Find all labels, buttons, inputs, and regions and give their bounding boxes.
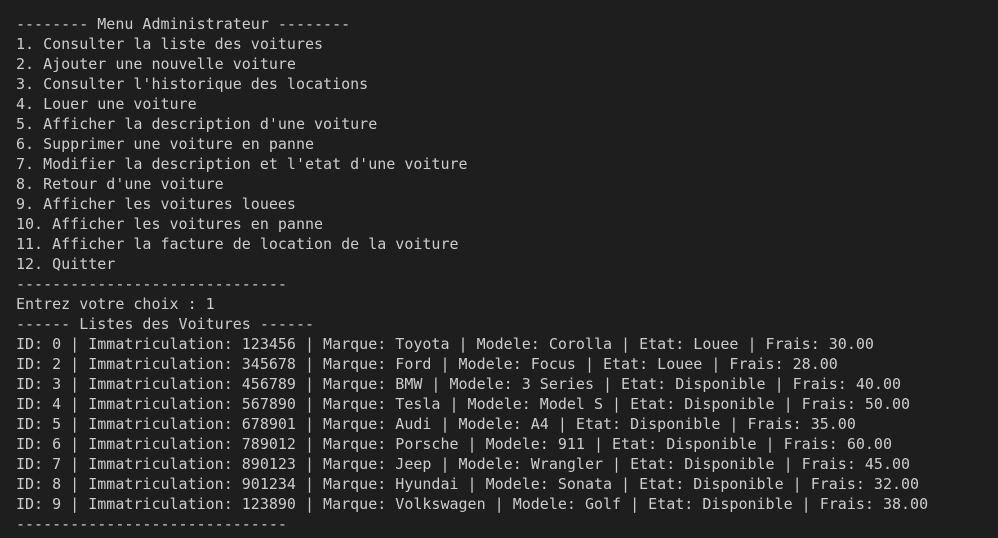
menu-item-9: 9. Afficher les voitures louees (16, 195, 296, 213)
car-row-id-2: ID: 2 | Immatriculation: 345678 | Marque… (16, 355, 838, 373)
menu-item-1: 1. Consulter la liste des voitures (16, 35, 324, 53)
menu-item-2: 2. Ajouter une nouvelle voiture (16, 55, 296, 73)
menu-item-6: 6. Supprimer une voiture en panne (16, 135, 315, 153)
menu-divider: ------------------------------ (16, 275, 287, 293)
menu-item-12: 12. Quitter (16, 255, 116, 273)
menu-item-4: 4. Louer une voiture (16, 95, 197, 113)
car-row-id-6: ID: 6 | Immatriculation: 789012 | Marque… (16, 435, 892, 453)
car-list-divider: ------------------------------ (16, 515, 287, 533)
menu-item-8: 8. Retour d'une voiture (16, 175, 224, 193)
car-row-id-4: ID: 4 | Immatriculation: 567890 | Marque… (16, 395, 911, 413)
menu-item-7: 7. Modifier la description et l'etat d'u… (16, 155, 468, 173)
menu-item-11: 11. Afficher la facture de location de l… (16, 235, 459, 253)
car-row-id-5: ID: 5 | Immatriculation: 678901 | Marque… (16, 415, 856, 433)
car-row-id-8: ID: 8 | Immatriculation: 901234 | Marque… (16, 475, 920, 493)
menu-item-5: 5. Afficher la description d'une voiture (16, 115, 378, 133)
terminal-output[interactable]: -------- Menu Administrateur -------- 1.… (0, 0, 998, 538)
menu-header: -------- Menu Administrateur -------- (16, 15, 351, 33)
car-row-id-3: ID: 3 | Immatriculation: 456789 | Marque… (16, 375, 902, 393)
car-row-id-0: ID: 0 | Immatriculation: 123456 | Marque… (16, 335, 874, 353)
car-row-id-9: ID: 9 | Immatriculation: 123890 | Marque… (16, 495, 929, 513)
menu-item-3: 3. Consulter l'historique des locations (16, 75, 369, 93)
car-list-header: ------ Listes des Voitures ------ (16, 315, 315, 333)
menu-item-10: 10. Afficher les voitures en panne (16, 215, 324, 233)
car-row-id-7: ID: 7 | Immatriculation: 890123 | Marque… (16, 455, 911, 473)
choice-prompt: Entrez votre choix : 1 (16, 295, 215, 313)
